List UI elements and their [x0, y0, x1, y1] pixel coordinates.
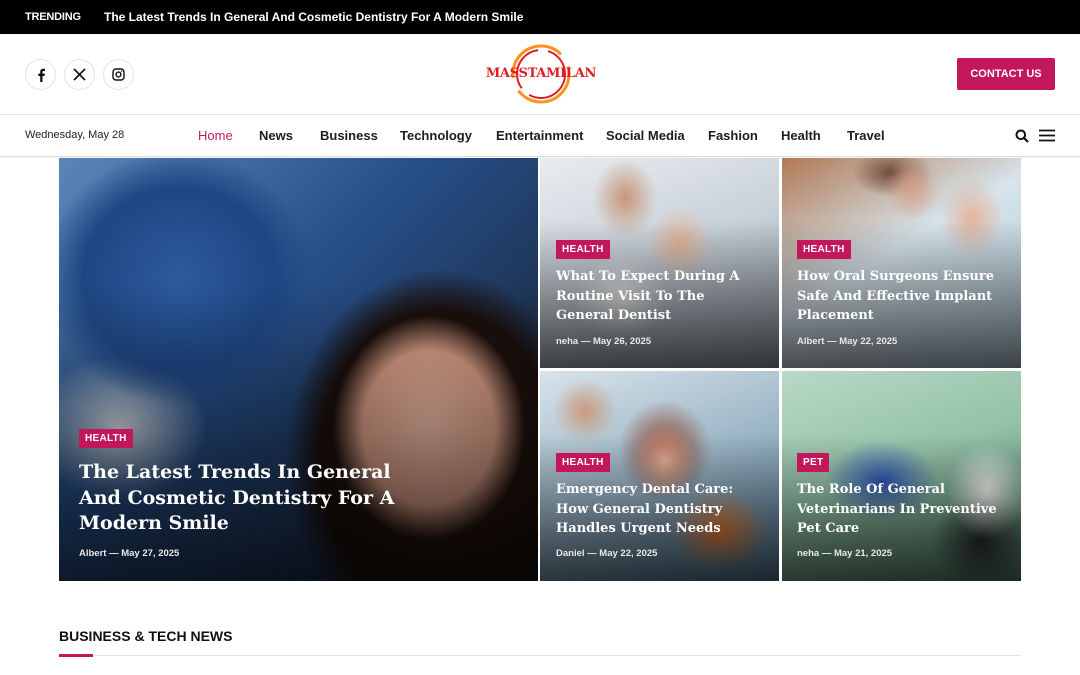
trending-headline-link[interactable]: The Latest Trends In General And Cosmeti… [104, 10, 523, 24]
post-meta: Albert — May 22, 2025 [797, 336, 898, 347]
nav-item-entertainment[interactable]: Entertainment [496, 128, 583, 143]
contact-us-button[interactable]: CONTACT US [957, 58, 1055, 90]
post-meta: Daniel — May 22, 2025 [556, 548, 658, 559]
x-icon [73, 68, 86, 81]
post-title[interactable]: How Oral Surgeons Ensure Safe And Effect… [797, 267, 1012, 326]
trending-bar: TRENDING The Latest Trends In General An… [0, 0, 1080, 34]
trending-label: TRENDING [25, 11, 81, 23]
search-icon[interactable] [1015, 129, 1029, 148]
hamburger-menu-icon[interactable] [1039, 129, 1055, 147]
section-divider [59, 655, 1021, 656]
logo-text: MASSTAMILAN [485, 66, 597, 81]
category-badge[interactable]: HEALTH [797, 240, 851, 259]
instagram-link[interactable] [103, 59, 134, 90]
nav-item-technology[interactable]: Technology [400, 128, 472, 143]
nav-item-business[interactable]: Business [320, 128, 378, 143]
site-logo[interactable]: MASSTAMILAN [482, 42, 600, 108]
nav-item-health[interactable]: Health [781, 128, 821, 143]
featured-main-post[interactable]: HEALTH The Latest Trends In General And … [59, 158, 538, 581]
post-author[interactable]: neha [556, 336, 578, 347]
main-nav: Wednesday, May 28 Home News Business Tec… [0, 115, 1080, 157]
post-author[interactable]: Daniel [556, 548, 585, 559]
nav-item-social-media[interactable]: Social Media [606, 128, 685, 143]
post-title[interactable]: Emergency Dental Care: How General Denti… [556, 480, 766, 539]
post-meta: Albert — May 27, 2025 [79, 548, 180, 559]
section-accent-bar [59, 654, 93, 657]
featured-post-4[interactable]: PET The Role Of General Veterinarians In… [782, 371, 1021, 581]
category-badge[interactable]: HEALTH [79, 429, 133, 448]
facebook-icon [37, 68, 45, 82]
post-date: May 27, 2025 [121, 548, 180, 559]
instagram-icon [112, 68, 125, 81]
post-date: May 22, 2025 [599, 548, 658, 559]
site-header: MASSTAMILAN CONTACT US [0, 34, 1080, 115]
featured-post-1[interactable]: HEALTH What To Expect During A Routine V… [540, 158, 779, 368]
featured-post-3[interactable]: HEALTH Emergency Dental Care: How Genera… [540, 371, 779, 581]
nav-item-news[interactable]: News [259, 128, 293, 143]
nav-item-travel[interactable]: Travel [847, 128, 885, 143]
category-badge[interactable]: HEALTH [556, 240, 610, 259]
post-date: May 21, 2025 [833, 548, 893, 559]
nav-item-home[interactable]: Home [198, 128, 233, 143]
post-meta: neha — May 26, 2025 [556, 336, 652, 347]
post-author[interactable]: neha [797, 548, 819, 559]
current-date: Wednesday, May 28 [25, 129, 125, 141]
post-date: May 26, 2025 [592, 336, 652, 347]
x-link[interactable] [64, 59, 95, 90]
category-badge[interactable]: HEALTH [556, 453, 610, 472]
post-author[interactable]: Albert [79, 548, 106, 559]
facebook-link[interactable] [25, 59, 56, 90]
featured-post-2[interactable]: HEALTH How Oral Surgeons Ensure Safe And… [782, 158, 1021, 368]
category-badge[interactable]: PET [797, 453, 830, 472]
post-author[interactable]: Albert [797, 336, 824, 347]
post-title[interactable]: What To Expect During A Routine Visit To… [556, 267, 761, 326]
post-date: May 22, 2025 [839, 336, 898, 347]
featured-main-title[interactable]: The Latest Trends In General And Cosmeti… [79, 460, 409, 537]
nav-item-fashion[interactable]: Fashion [708, 128, 758, 143]
post-title[interactable]: The Role Of General Veterinarians In Pre… [797, 480, 1012, 539]
post-meta: neha — May 21, 2025 [797, 548, 893, 559]
section-title: BUSINESS & TECH NEWS [59, 628, 233, 644]
